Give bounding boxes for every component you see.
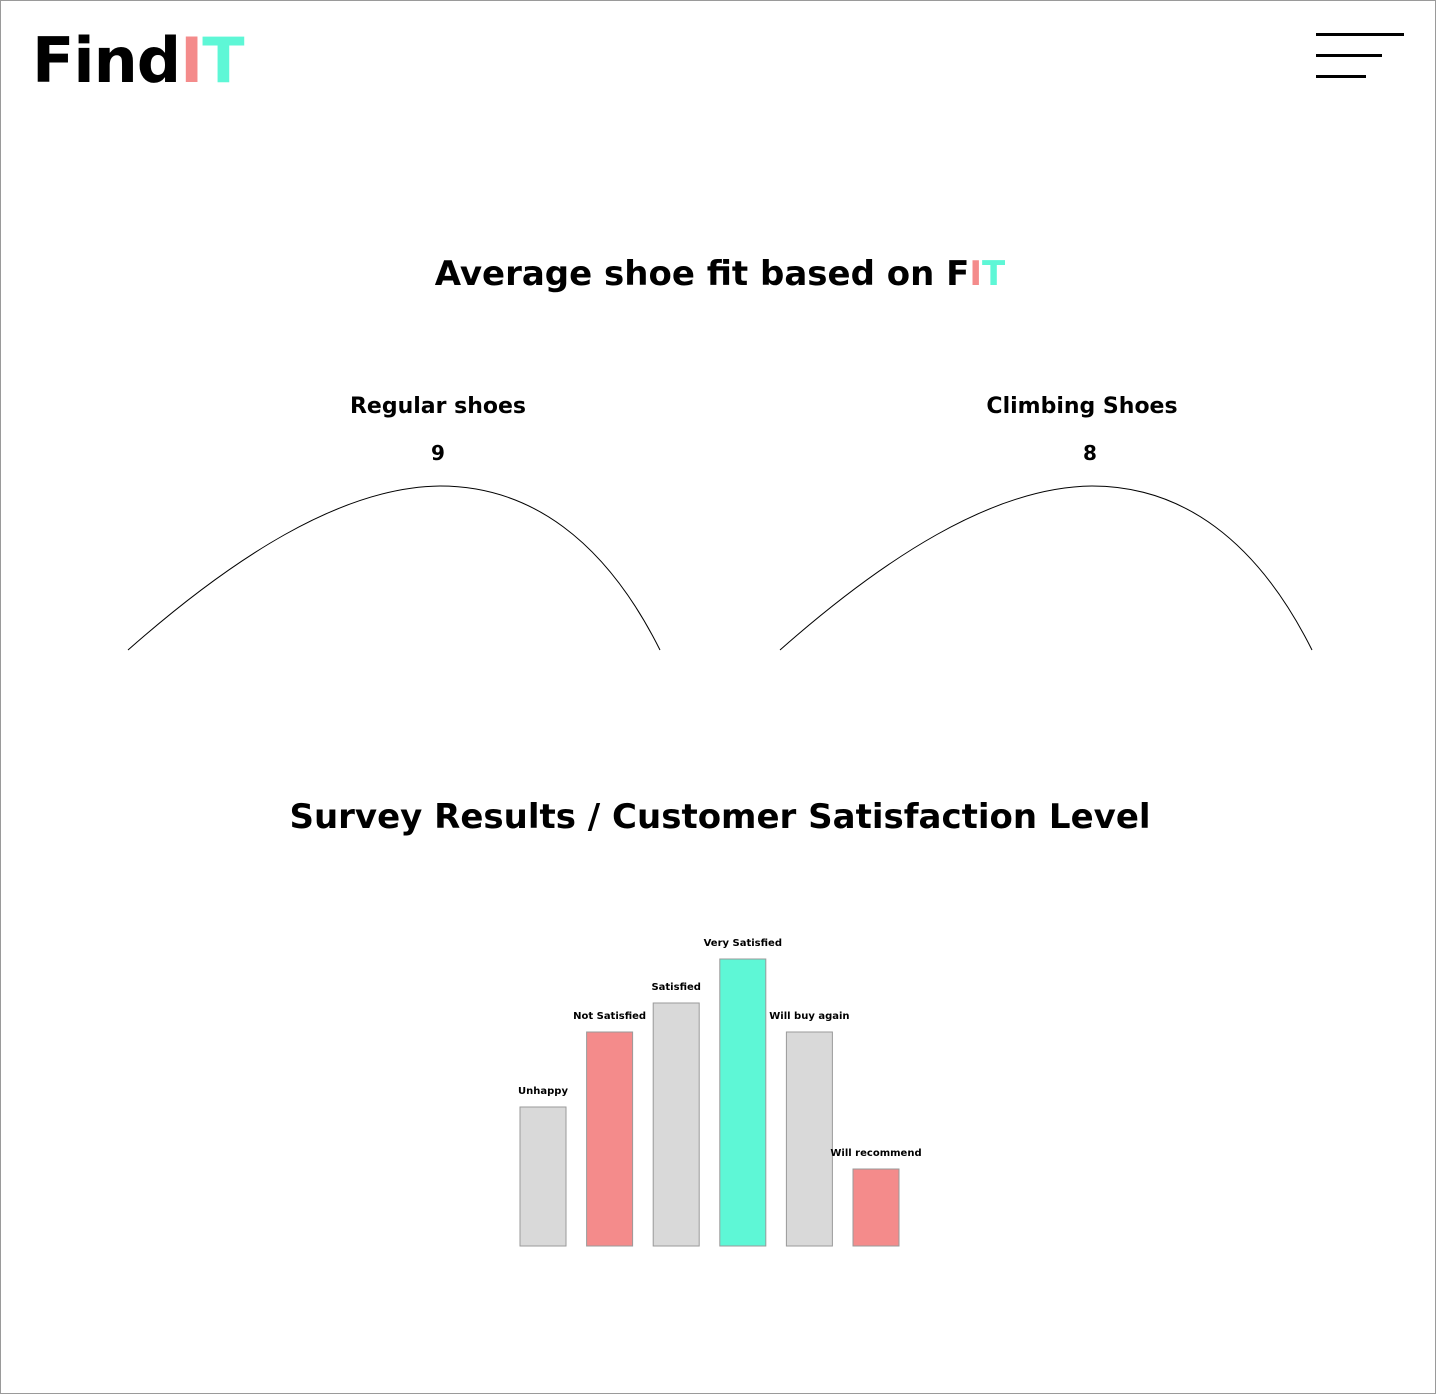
bar-will-buy-again <box>785 1031 833 1247</box>
bar-label-unhappy: Unhappy <box>518 1086 568 1097</box>
bar-label-not-satisfied: Not Satisfied <box>573 1011 646 1022</box>
bar-unhappy <box>519 1106 567 1247</box>
bar-label-will-buy-again: Will buy again <box>769 1011 849 1022</box>
bar-label-satisfied: Satisfied <box>651 982 700 993</box>
bar-very-satisfied <box>719 958 767 1247</box>
survey-section-title: Survey Results / Customer Satisfaction L… <box>289 797 1151 837</box>
bar-label-very-satisfied: Very Satisfied <box>704 938 782 949</box>
fit-curves <box>127 485 1313 651</box>
bar-will-recommend <box>852 1168 900 1247</box>
fit-curve-regular-shoes <box>127 485 661 651</box>
bar-label-will-recommend: Will recommend <box>830 1148 921 1159</box>
survey-bar-chart: Unhappy Not Satisfied Satisfied Very Satisf… <box>518 938 922 1247</box>
bar-not-satisfied <box>586 1031 634 1247</box>
fit-curve-climbing-shoes <box>779 485 1313 651</box>
bar-satisfied <box>652 1002 700 1247</box>
